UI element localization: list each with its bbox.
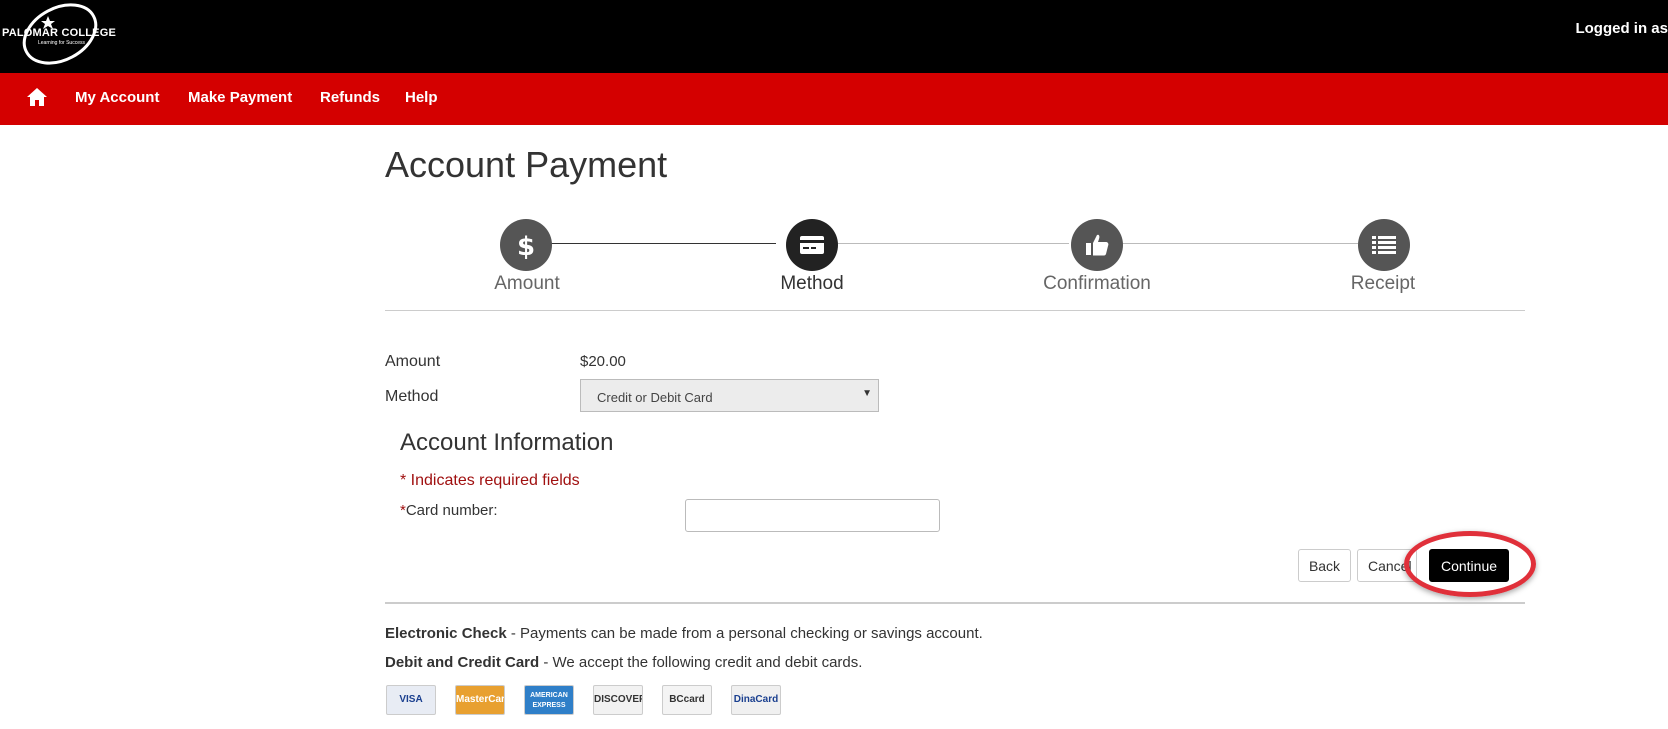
amount-value: $20.00	[580, 353, 626, 370]
bccard-logo: BCcard	[662, 685, 712, 715]
required-fields-note: * Indicates required fields	[400, 472, 580, 489]
echeck-info: Electronic Check - Payments can be made …	[385, 625, 983, 642]
dollar-icon: $	[517, 232, 535, 259]
card-logo-text: AMERICAN EXPRESS	[530, 692, 568, 709]
logo-text: PALOMAR COLLEGE	[2, 27, 117, 39]
card-logo-text: DISCOVER	[594, 694, 643, 705]
stepper-line	[1121, 243, 1358, 244]
nav-refunds[interactable]: Refunds	[320, 89, 380, 106]
discover-logo: DISCOVER	[593, 685, 643, 715]
amount-label: Amount	[385, 353, 441, 370]
nav-help[interactable]: Help	[405, 89, 438, 106]
palomar-college-logo[interactable]: PALOMAR COLLEGE Learning for Success	[0, 0, 130, 70]
account-information-title: Account Information	[400, 429, 614, 456]
echeck-title: Electronic Check	[385, 625, 507, 642]
card-number-label: *Card number:	[400, 502, 498, 519]
nav-make-payment[interactable]: Make Payment	[188, 89, 292, 106]
page-title: Account Payment	[385, 144, 668, 185]
method-label: Method	[385, 388, 439, 405]
step-confirmation-circle	[1071, 219, 1123, 271]
dropdown-arrow-icon: ▼	[862, 388, 872, 399]
dinacard-logo: DinaCard	[731, 685, 781, 715]
card-logo-text: VISA	[399, 694, 423, 705]
card-text: - We accept the following credit and deb…	[539, 654, 863, 671]
payment-method-selected: Credit or Debit Card	[597, 390, 713, 405]
card-info: Debit and Credit Card - We accept the fo…	[385, 654, 862, 671]
payment-method-select[interactable]: Credit or Debit Card ▼	[580, 379, 879, 412]
step-method-label: Method	[780, 273, 844, 294]
cancel-button[interactable]: Cancel	[1357, 549, 1417, 582]
home-icon[interactable]	[26, 87, 48, 109]
stepper-line-completed	[536, 243, 776, 244]
main-nav: My Account Make Payment Refunds Help	[0, 73, 1668, 125]
top-header: PALOMAR COLLEGE Learning for Success Log…	[0, 0, 1668, 73]
divider	[385, 602, 1525, 604]
thumbs-up-icon	[1086, 234, 1109, 256]
card-number-input[interactable]	[685, 499, 940, 532]
back-button[interactable]: Back	[1298, 549, 1351, 582]
card-logo-text: BCcard	[669, 694, 705, 705]
credit-card-icon	[800, 236, 824, 254]
card-logo-text: MasterCard	[456, 694, 505, 705]
step-confirmation-label: Confirmation	[1043, 273, 1151, 294]
list-icon	[1372, 236, 1396, 254]
card-title: Debit and Credit Card	[385, 654, 540, 671]
nav-my-account[interactable]: My Account	[75, 89, 159, 106]
continue-button[interactable]: Continue	[1429, 549, 1509, 582]
logo-tagline: Learning for Success	[38, 40, 85, 46]
step-receipt-circle	[1358, 219, 1410, 271]
echeck-text: - Payments can be made from a personal c…	[506, 625, 983, 642]
logged-in-text: Logged in as	[1575, 20, 1668, 37]
mastercard-logo: MasterCard	[455, 685, 505, 715]
step-receipt-label: Receipt	[1350, 273, 1416, 294]
card-logo-text: DinaCard	[733, 694, 779, 705]
svg-text:$: $	[517, 232, 535, 259]
card-number-label-text: Card number:	[405, 502, 498, 519]
step-amount-circle: $	[500, 219, 552, 271]
step-amount-label: Amount	[494, 273, 560, 294]
visa-logo: VISA	[386, 685, 436, 715]
stepper-line	[828, 243, 1069, 244]
step-method-circle	[786, 219, 838, 271]
amex-logo: AMERICAN EXPRESS	[524, 685, 574, 715]
divider	[385, 310, 1525, 311]
